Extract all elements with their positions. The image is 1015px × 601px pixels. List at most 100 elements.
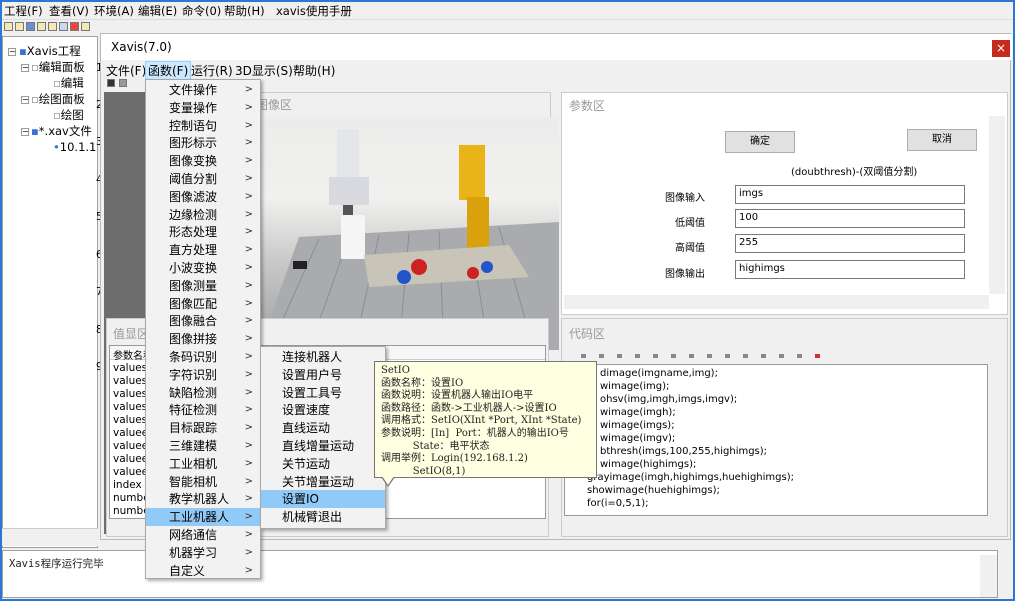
code-line: bthresh(imgs,100,255,highimgs); (600, 446, 768, 457)
menu-item-function[interactable]: 网络通信 > (146, 526, 260, 544)
tree-root[interactable]: ▪Xavis工程 (19, 43, 81, 59)
param-input-image-output[interactable]: highimgs (735, 260, 965, 279)
menu-item-label: 工业相机 (169, 456, 218, 471)
menu-item-function[interactable]: 图像滤波 > (146, 188, 260, 206)
collapse-icon[interactable]: − (8, 48, 16, 56)
menu-item-function[interactable]: 缺陷检测 > (146, 384, 260, 402)
chevron-right-icon: > (244, 279, 253, 291)
tree-item-ip[interactable]: •10.1.1 (53, 139, 96, 155)
chevron-right-icon: > (244, 457, 253, 469)
menu-item-function[interactable]: 阈值分割 > (146, 170, 260, 188)
menu-item-function[interactable]: 图像变换 > (146, 152, 260, 170)
menu-item-label: 工业机器人 (169, 510, 230, 525)
menu-item-function[interactable]: 控制语句 > (146, 117, 260, 135)
stop-icon[interactable] (70, 22, 79, 31)
chevron-right-icon: > (244, 368, 253, 380)
parameter-vertical-scrollbar[interactable] (989, 116, 1005, 294)
menu-item-function[interactable]: 三维建模 > (146, 437, 260, 455)
submenu-item-robot[interactable]: 直线增量运动 (261, 437, 385, 455)
menu-item-function[interactable]: 边缘检测 > (146, 206, 260, 224)
tree-item-edit-panel[interactable]: ▫编辑面板 (31, 59, 85, 75)
submenu-item-robot[interactable]: 设置IO (261, 490, 385, 509)
outer-menu-env[interactable]: 环境(A) (94, 3, 134, 19)
code-horizontal-scrollbar[interactable] (564, 516, 989, 532)
submenu-item-robot[interactable]: 设置用户号 (261, 366, 385, 384)
menu-item-function[interactable]: 字符识别 > (146, 366, 260, 384)
menu-item-function[interactable]: 条码识别 > (146, 348, 260, 366)
cancel-button[interactable]: 取消 (907, 129, 977, 151)
chevron-right-icon: > (244, 101, 253, 113)
code-vertical-scrollbar[interactable] (989, 364, 1005, 514)
menu-item-function[interactable]: 直方处理 > (146, 241, 260, 259)
parameter-horizontal-scrollbar[interactable] (564, 295, 989, 309)
tree-item-draw-panel[interactable]: ▫绘图面板 (31, 91, 85, 107)
outer-menu-project[interactable]: 工程(F) (4, 3, 43, 19)
parameter-panel-title: 参数区 (569, 99, 606, 113)
menu-item-function[interactable]: 机器学习 > (146, 544, 260, 562)
tree-item-draw[interactable]: ▫绘图 (53, 107, 84, 123)
tree-item-xav-file[interactable]: ▪*.xav文件 (31, 123, 92, 139)
copy-icon[interactable] (37, 22, 46, 31)
submenu-item-robot[interactable]: 直线运动 (261, 419, 385, 437)
param-input-image-input[interactable]: imgs (735, 185, 965, 204)
window-title: Xavis(7.0) (111, 40, 172, 54)
submenu-item-robot[interactable]: 关节增量运动 (261, 473, 385, 491)
menu-item-label: 边缘检测 (169, 207, 218, 222)
menu-item-function[interactable]: 形态处理 > (146, 223, 260, 241)
submenu-item-robot[interactable]: 机械臂退出 (261, 508, 385, 526)
collapse-icon[interactable]: − (21, 64, 29, 72)
close-icon[interactable]: × (992, 40, 1010, 57)
menu-item-function[interactable]: 图形标示 > (146, 134, 260, 152)
menu-functions[interactable]: 函数(F) (144, 61, 192, 80)
run-icon[interactable] (59, 22, 68, 31)
outer-menu-edit[interactable]: 编辑(E) (138, 3, 177, 19)
menu-item-function[interactable]: 工业机器人 > (146, 508, 260, 527)
chevron-right-icon: > (244, 297, 253, 309)
tree-item-edit[interactable]: ▫编辑 (53, 75, 84, 91)
help-icon[interactable] (81, 22, 90, 31)
collapse-icon[interactable]: − (21, 96, 29, 104)
table-row[interactable]: index (113, 479, 142, 491)
menu-item-function[interactable]: 教学机器人 > (146, 490, 260, 508)
log-vertical-scrollbar[interactable] (980, 555, 997, 597)
paste-icon[interactable] (48, 22, 57, 31)
save-icon[interactable] (107, 79, 115, 87)
new-file-icon[interactable] (4, 22, 13, 31)
menu-item-function[interactable]: 小波变换 > (146, 259, 260, 277)
menu-item-function[interactable]: 文件操作 > (146, 81, 260, 99)
outer-menu-manual[interactable]: xavis使用手册 (276, 3, 352, 19)
menu-item-function[interactable]: 图像拼接 > (146, 330, 260, 348)
xavis-menubar: 文件(F) 函数(F) 运行(R) 3D显示(S) 帮助(H) (101, 60, 1012, 80)
param-input-low-threshold[interactable]: 100 (735, 209, 965, 228)
industrial-robot-submenu: 连接机器人 设置用户号 设置工具号 设置速度 直线运动 直线增量运动 关节运动 关节增量运动设… (260, 346, 386, 529)
menu-item-function[interactable]: 工业相机 > (146, 455, 260, 473)
menu-item-function[interactable]: 智能相机 > (146, 473, 260, 491)
new-icon[interactable] (119, 79, 127, 87)
menu-item-function[interactable]: 变量操作 > (146, 99, 260, 117)
ok-button[interactable]: 确定 (725, 131, 795, 153)
collapse-icon[interactable]: − (21, 128, 29, 136)
robot-camera-image (259, 117, 559, 350)
open-folder-icon[interactable] (15, 22, 24, 31)
code-editor[interactable]: dimage(imgname,img); wimage(img); ohsv(i… (564, 364, 988, 516)
menu-item-function[interactable]: 图像融合 > (146, 312, 260, 330)
tree-horizontal-scrollbar[interactable] (2, 528, 98, 546)
menu-item-function[interactable]: 自定义 > (146, 562, 260, 580)
menu-item-function[interactable]: 目标跟踪 > (146, 419, 260, 437)
menu-file[interactable]: 文件(F) (104, 62, 148, 79)
outer-menu-help[interactable]: 帮助(H) (224, 3, 265, 19)
menu-3d-display[interactable]: 3D显示(S) (233, 62, 295, 79)
menu-help[interactable]: 帮助(H) (291, 62, 337, 79)
menu-item-function[interactable]: 特征检测 > (146, 401, 260, 419)
save-icon[interactable] (26, 22, 35, 31)
menu-item-function[interactable]: 图像测量 > (146, 277, 260, 295)
menu-run[interactable]: 运行(R) (189, 62, 235, 79)
submenu-item-robot[interactable]: 关节运动 (261, 455, 385, 473)
submenu-item-robot[interactable]: 设置工具号 (261, 384, 385, 402)
submenu-item-robot[interactable]: 设置速度 (261, 401, 385, 419)
outer-menu-command[interactable]: 命令(0) (182, 3, 221, 19)
param-input-high-threshold[interactable]: 255 (735, 234, 965, 253)
submenu-item-robot[interactable]: 连接机器人 (261, 348, 385, 366)
outer-menu-view[interactable]: 查看(V) (49, 3, 89, 19)
menu-item-function[interactable]: 图像匹配 > (146, 295, 260, 313)
